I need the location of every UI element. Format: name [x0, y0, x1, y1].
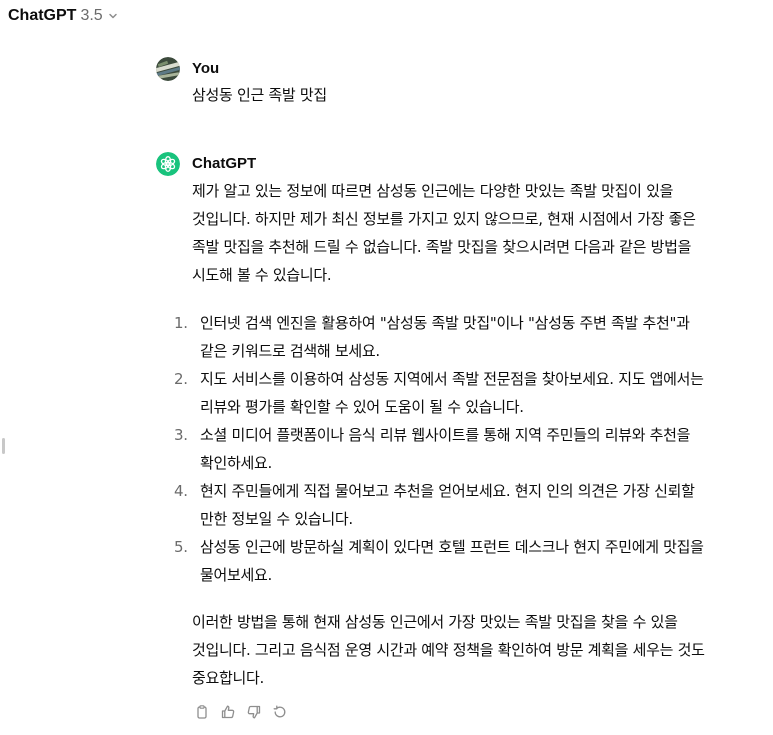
steps-list: 1. 인터넷 검색 엔진을 활용하여 "삼성동 족발 맛집"이나 "삼성동 주변 …	[174, 309, 716, 589]
user-author-label: You	[192, 60, 220, 77]
list-item-text: 소셜 미디어 플랫폼이나 음식 리뷰 웹사이트를 통해 지역 주민들의 리뷰와 …	[200, 426, 691, 472]
assistant-message: ChatGPT 제가 알고 있는 정보에 따르면 삼성동 인근에는 다양한 맛있…	[156, 152, 716, 722]
list-item: 5. 삼성동 인근에 방문하실 계획이 있다면 호텔 프런트 데스크나 현지 주민…	[174, 533, 716, 589]
list-item-number: 2.	[174, 370, 188, 388]
message-actions	[192, 702, 716, 722]
assistant-author-label: ChatGPT	[192, 155, 257, 172]
model-name: ChatGPT	[8, 7, 77, 24]
list-item: 3. 소셜 미디어 플랫폼이나 음식 리뷰 웹사이트를 통해 지역 주민들의 리뷰…	[174, 421, 716, 477]
user-message-text: 삼성동 인근 족발 맛집	[192, 86, 327, 104]
list-item-number: 1.	[174, 314, 188, 332]
assistant-message-text: 제가 알고 있는 정보에 따르면 삼성동 인근에는 다양한 맛있는 족발 맛집이…	[174, 177, 716, 692]
list-item-number: 3.	[174, 426, 188, 444]
list-item: 2. 지도 서비스를 이용하여 삼성동 지역에서 족발 전문점을 찾아보세요. 지…	[174, 365, 716, 421]
user-avatar	[156, 57, 180, 81]
chatgpt-logo-icon	[156, 152, 180, 176]
list-item-text: 삼성동 인근에 방문하실 계획이 있다면 호텔 프런트 데스크나 현지 주민에게…	[200, 538, 704, 584]
user-message: You 삼성동 인근 족발 맛집	[156, 57, 716, 109]
sidebar-resize-handle[interactable]	[2, 438, 5, 454]
list-item-text: 지도 서비스를 이용하여 삼성동 지역에서 족발 전문점을 찾아보세요. 지도 …	[200, 370, 704, 416]
list-item: 1. 인터넷 검색 엔진을 활용하여 "삼성동 족발 맛집"이나 "삼성동 주변 …	[174, 309, 716, 365]
assistant-intro: 제가 알고 있는 정보에 따르면 삼성동 인근에는 다양한 맛있는 족발 맛집이…	[192, 182, 696, 284]
list-item-number: 5.	[174, 538, 188, 556]
chevron-down-icon	[107, 10, 119, 22]
list-item-number: 4.	[174, 482, 188, 500]
thumbs-down-button[interactable]	[244, 702, 264, 722]
model-version: 3.5	[80, 7, 103, 24]
list-item: 4. 현지 주민들에게 직접 물어보고 추천을 얻어보세요. 현지 인의 의견은 …	[174, 477, 716, 533]
model-selector[interactable]: ChatGPT 3.5	[8, 4, 119, 28]
regenerate-icon	[273, 705, 286, 718]
thumbs-up-icon	[221, 705, 235, 719]
regenerate-button[interactable]	[270, 702, 290, 722]
list-item-text: 인터넷 검색 엔진을 활용하여 "삼성동 족발 맛집"이나 "삼성동 주변 족발…	[200, 314, 690, 360]
copy-button[interactable]	[192, 702, 212, 722]
thumbs-down-icon	[247, 705, 261, 719]
thumbs-up-button[interactable]	[218, 702, 238, 722]
assistant-outro: 이러한 방법을 통해 현재 삼성동 인근에서 가장 맛있는 족발 맛집을 찾을 …	[192, 613, 705, 687]
copy-icon	[197, 705, 207, 719]
list-item-text: 현지 주민들에게 직접 물어보고 추천을 얻어보세요. 현지 인의 의견은 가장…	[200, 482, 695, 528]
